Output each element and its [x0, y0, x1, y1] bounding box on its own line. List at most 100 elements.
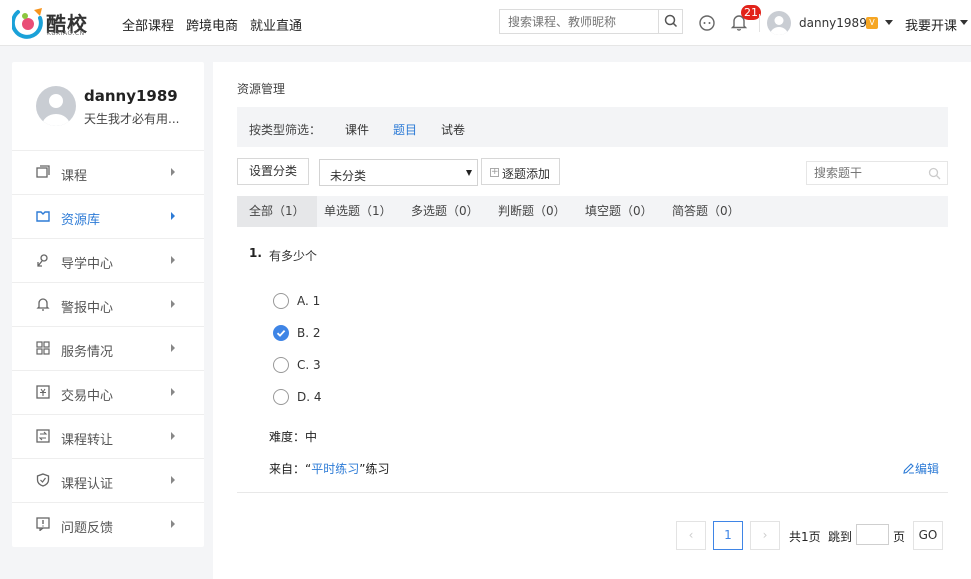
- tab-single-choice[interactable]: 单选题（1）: [312, 196, 404, 227]
- filter-questions[interactable]: 题目: [393, 121, 417, 138]
- feedback-icon: [36, 517, 50, 531]
- sidebar-item-label: 服务情况: [61, 345, 114, 360]
- sidebar-item-alert[interactable]: 警报中心: [12, 282, 204, 326]
- chevron-right-icon: [171, 344, 175, 352]
- tab-multi-choice[interactable]: 多选题（0）: [399, 196, 491, 227]
- chevron-right-icon: [171, 432, 175, 440]
- filter-papers[interactable]: 试卷: [441, 121, 465, 138]
- edit-button[interactable]: 编辑: [903, 460, 939, 477]
- profile-name: danny1989: [84, 87, 178, 105]
- guide-icon: [37, 254, 48, 267]
- divider: [759, 14, 760, 32]
- tab-true-false[interactable]: 判断题（0）: [486, 196, 578, 227]
- filter-label: 按类型筛选：: [249, 123, 322, 137]
- sidebar: danny1989 天生我才必有用... 课程 资源库 导学中心 警报中心 服务…: [12, 62, 204, 547]
- tab-short-answer[interactable]: 简答题（0）: [660, 196, 752, 227]
- trade-icon: [36, 385, 50, 399]
- chevron-right-icon: [171, 256, 175, 264]
- avatar[interactable]: [36, 86, 76, 126]
- sidebar-item-certify[interactable]: 课程认证: [12, 458, 204, 502]
- filter-courseware[interactable]: 课件: [345, 121, 369, 138]
- shield-icon: [36, 473, 50, 487]
- chevron-down-icon: [466, 170, 472, 176]
- nav-all-courses[interactable]: 全部课程: [122, 15, 174, 34]
- search-input[interactable]: [500, 10, 659, 33]
- edit-label: 编辑: [915, 462, 940, 476]
- user-icon: [42, 94, 70, 126]
- avatar[interactable]: [767, 11, 791, 35]
- service-icon: [36, 341, 50, 355]
- logo[interactable]: 酷校 KUXIAO.CN: [12, 6, 92, 40]
- profile-signature: 天生我才必有用...: [84, 112, 180, 126]
- sidebar-item-feedback[interactable]: 问题反馈: [12, 502, 204, 546]
- page-unit: 页: [893, 530, 906, 544]
- search-button[interactable]: [658, 10, 682, 33]
- sidebar-item-service[interactable]: 服务情况: [12, 326, 204, 370]
- user-icon: [770, 16, 788, 35]
- search-icon[interactable]: [928, 167, 941, 180]
- open-course-menu[interactable]: 我要开课: [905, 15, 957, 34]
- add-question-button[interactable]: + 逐题添加: [481, 158, 560, 185]
- breadcrumb[interactable]: 资源管理: [237, 80, 285, 97]
- radio-unchecked-icon[interactable]: [273, 357, 289, 373]
- sidebar-item-label: 课程认证: [61, 477, 114, 492]
- library-icon: [36, 211, 50, 222]
- chevron-right-icon: [171, 168, 175, 176]
- brand-sub: KUXIAO.CN: [47, 30, 85, 37]
- chevron-right-icon: [171, 212, 175, 220]
- course-icon: [36, 165, 50, 178]
- tab-all[interactable]: 全部（1）: [237, 196, 317, 227]
- sidebar-item-course[interactable]: 课程: [12, 150, 204, 194]
- source-prefix: 来自：“: [269, 462, 312, 476]
- page-total: 共1页: [789, 530, 821, 544]
- option-label: D. 4: [297, 390, 322, 404]
- source-link[interactable]: 平时练习: [311, 462, 359, 476]
- type-filter: 按类型筛选： 课件 题目 试卷: [237, 107, 948, 147]
- set-category-button[interactable]: 设置分类: [237, 158, 309, 185]
- radio-checked-icon[interactable]: [273, 325, 289, 341]
- sidebar-item-library[interactable]: 资源库: [12, 194, 204, 238]
- plus-icon: +: [490, 167, 499, 177]
- page-button-current[interactable]: 1: [713, 521, 743, 550]
- page-jump-input[interactable]: [856, 524, 889, 545]
- prev-page-button[interactable]: ‹: [676, 521, 706, 550]
- alert-icon: [36, 298, 50, 311]
- sidebar-item-guide[interactable]: 导学中心: [12, 238, 204, 282]
- top-header: 酷校 KUXIAO.CN 全部课程 跨境电商 就业直通 21 danny1989…: [0, 0, 971, 46]
- radio-unchecked-icon[interactable]: [273, 293, 289, 309]
- radio-unchecked-icon[interactable]: [273, 389, 289, 405]
- sidebar-item-label: 课程转让: [61, 433, 114, 448]
- notification-badge: 21: [741, 5, 761, 20]
- transfer-icon: [36, 429, 50, 443]
- vip-badge-icon: V: [866, 17, 878, 29]
- question-source: 来自：“平时练习”练习: [269, 460, 389, 477]
- chevron-right-icon: [171, 388, 175, 396]
- question-number: 1.: [249, 246, 262, 260]
- sidebar-item-label: 导学中心: [61, 257, 114, 272]
- chevron-down-icon[interactable]: [885, 20, 893, 25]
- sidebar-item-transfer[interactable]: 课程转让: [12, 414, 204, 458]
- nav-employment[interactable]: 就业直通: [250, 15, 302, 34]
- category-select[interactable]: 未分类: [319, 159, 478, 186]
- question-type-tabs: 全部（1） 单选题（1） 多选题（0） 判断题（0） 填空题（0） 简答题（0）: [237, 196, 948, 227]
- option-label: C. 3: [297, 358, 321, 372]
- sidebar-item-label: 问题反馈: [61, 521, 114, 536]
- nav-cross-border[interactable]: 跨境电商: [186, 15, 238, 34]
- tab-fill-blank[interactable]: 填空题（0）: [573, 196, 665, 227]
- message-icon[interactable]: [697, 13, 717, 33]
- source-suffix: ”练习: [359, 462, 390, 476]
- chevron-right-icon: [171, 300, 175, 308]
- question-search: [806, 161, 948, 185]
- go-button[interactable]: GO: [913, 521, 943, 550]
- divider: [237, 492, 948, 493]
- next-page-button[interactable]: ›: [750, 521, 780, 550]
- chevron-down-icon[interactable]: [960, 20, 968, 25]
- difficulty-label: 难度：中: [269, 430, 318, 444]
- question-search-input[interactable]: [807, 162, 925, 184]
- sidebar-item-label: 资源库: [61, 213, 101, 228]
- chevron-right-icon: [171, 520, 175, 528]
- category-value: 未分类: [330, 169, 367, 183]
- sidebar-item-trade[interactable]: 交易中心: [12, 370, 204, 414]
- search-box: [499, 9, 683, 34]
- username-link[interactable]: danny1989: [799, 16, 867, 30]
